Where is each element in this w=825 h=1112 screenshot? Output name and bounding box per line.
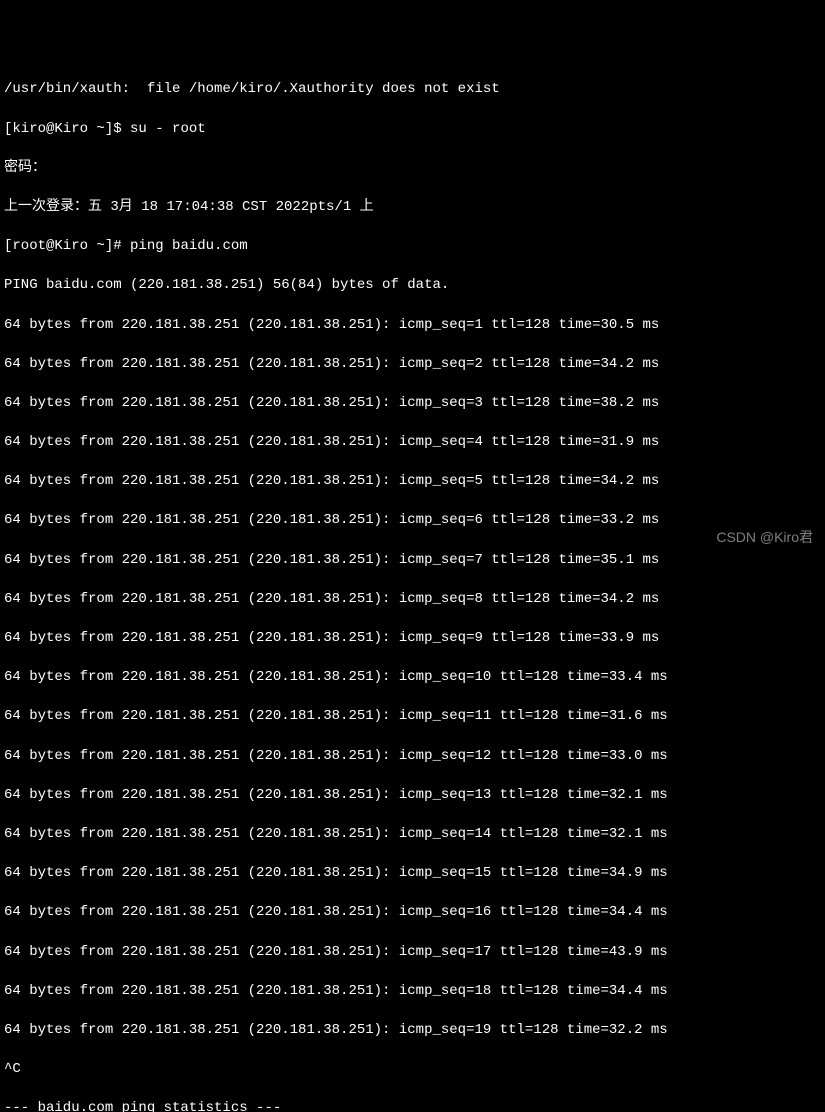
password-prompt[interactable]: 密码： [4, 159, 821, 179]
xauth-warning: /usr/bin/xauth: file /home/kiro/.Xauthor… [4, 80, 821, 100]
ping-header: PING baidu.com (220.181.38.251) 56(84) b… [4, 276, 821, 296]
ping-reply: 64 bytes from 220.181.38.251 (220.181.38… [4, 590, 821, 610]
root-prompt-line[interactable]: [root@Kiro ~]# ping baidu.com [4, 237, 821, 257]
ping-reply: 64 bytes from 220.181.38.251 (220.181.38… [4, 472, 821, 492]
user-prompt: [kiro@Kiro ~]$ [4, 121, 130, 137]
ping-reply: 64 bytes from 220.181.38.251 (220.181.38… [4, 747, 821, 767]
user-prompt-line[interactable]: [kiro@Kiro ~]$ su - root [4, 120, 821, 140]
ping-reply: 64 bytes from 220.181.38.251 (220.181.38… [4, 864, 821, 884]
root-prompt: [root@Kiro ~]# [4, 238, 130, 254]
ping-reply: 64 bytes from 220.181.38.251 (220.181.38… [4, 433, 821, 453]
ping-reply: 64 bytes from 220.181.38.251 (220.181.38… [4, 551, 821, 571]
ping-reply: 64 bytes from 220.181.38.251 (220.181.38… [4, 316, 821, 336]
ping-reply: 64 bytes from 220.181.38.251 (220.181.38… [4, 355, 821, 375]
ping-reply: 64 bytes from 220.181.38.251 (220.181.38… [4, 707, 821, 727]
ping-reply: 64 bytes from 220.181.38.251 (220.181.38… [4, 825, 821, 845]
ping-reply: 64 bytes from 220.181.38.251 (220.181.38… [4, 903, 821, 923]
ping-reply: 64 bytes from 220.181.38.251 (220.181.38… [4, 786, 821, 806]
ping-reply: 64 bytes from 220.181.38.251 (220.181.38… [4, 394, 821, 414]
last-login: 上一次登录：五 3月 18 17:04:38 CST 2022pts/1 上 [4, 198, 821, 218]
ping-reply: 64 bytes from 220.181.38.251 (220.181.38… [4, 511, 821, 531]
ping-reply: 64 bytes from 220.181.38.251 (220.181.38… [4, 1021, 821, 1041]
ping-reply: 64 bytes from 220.181.38.251 (220.181.38… [4, 943, 821, 963]
ping-reply: 64 bytes from 220.181.38.251 (220.181.38… [4, 629, 821, 649]
ping-reply: 64 bytes from 220.181.38.251 (220.181.38… [4, 668, 821, 688]
interrupt-signal: ^C [4, 1060, 821, 1080]
ping-reply: 64 bytes from 220.181.38.251 (220.181.38… [4, 982, 821, 1002]
su-command: su - root [130, 121, 206, 137]
ping-command: ping baidu.com [130, 238, 248, 254]
watermark: CSDN @Kiro君 [716, 528, 813, 548]
stats-header: --- baidu.com ping statistics --- [4, 1099, 821, 1112]
